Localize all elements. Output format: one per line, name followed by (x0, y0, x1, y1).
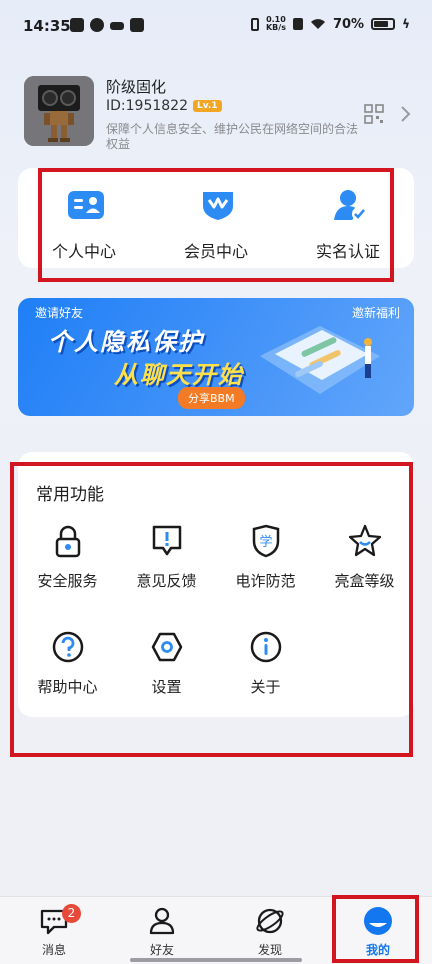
status-bar: 14:35 0.10 KB/s 70% ϟ (0, 0, 432, 52)
wifi-icon (310, 19, 325, 29)
tab-friends[interactable]: 好友 (108, 897, 216, 964)
unread-badge: 2 (62, 904, 81, 923)
profile-name: 阶级固化 (106, 78, 167, 96)
profile-id: ID:1951822 (106, 98, 188, 114)
chevron-right-icon[interactable] (398, 104, 412, 124)
app-notification-icon (130, 18, 144, 32)
invite-banner[interactable]: 邀请好友 邀新福利 个人隐私保护 从聊天开始 分享BBM (18, 298, 414, 416)
highlight-box (332, 895, 419, 963)
app-notification-icon (90, 18, 104, 32)
notification-icons (70, 18, 144, 32)
tab-messages[interactable]: 2 消息 (0, 897, 108, 964)
status-time: 14:35 (23, 17, 71, 35)
battery-percent: 70% (332, 16, 365, 32)
user-icon (149, 907, 175, 935)
profile-header[interactable]: 阶级固化 ID:1951822 Lv.1 保障个人信息安全、维护公民在网络空间的… (24, 76, 420, 156)
qr-code-icon[interactable] (364, 104, 384, 124)
level-badge: Lv.1 (192, 100, 222, 112)
tab-friends-label: 好友 (149, 943, 174, 957)
tab-messages-label: 消息 (41, 943, 66, 957)
banner-headline-1: 个人隐私保护 (48, 328, 204, 356)
planet-icon (256, 908, 284, 934)
tab-discover[interactable]: 发现 (216, 897, 324, 964)
charging-icon: ϟ (402, 17, 410, 31)
net-speed: 0.10 KB/s (265, 15, 286, 32)
home-indicator[interactable] (130, 958, 302, 962)
phone-illustration-icon (260, 326, 380, 394)
tab-discover-label: 发现 (257, 943, 282, 957)
banner-headline-2: 从聊天开始 (114, 361, 244, 389)
battery-icon (371, 18, 396, 30)
app-notification-icon (70, 18, 84, 32)
highlight-box (38, 168, 394, 282)
profile-description: 保障个人信息安全、维护公民在网络空间的合法权益 (106, 122, 359, 151)
banner-top-left: 邀请好友 (35, 306, 84, 320)
share-bbm-button[interactable]: 分享BBM (178, 387, 245, 409)
avatar[interactable] (24, 76, 94, 146)
nfc-icon (292, 18, 303, 30)
profile-id-row: ID:1951822 Lv.1 (106, 98, 222, 114)
highlight-box (10, 462, 413, 757)
vibrate-icon (250, 17, 259, 31)
crown-notification-icon (110, 22, 124, 30)
